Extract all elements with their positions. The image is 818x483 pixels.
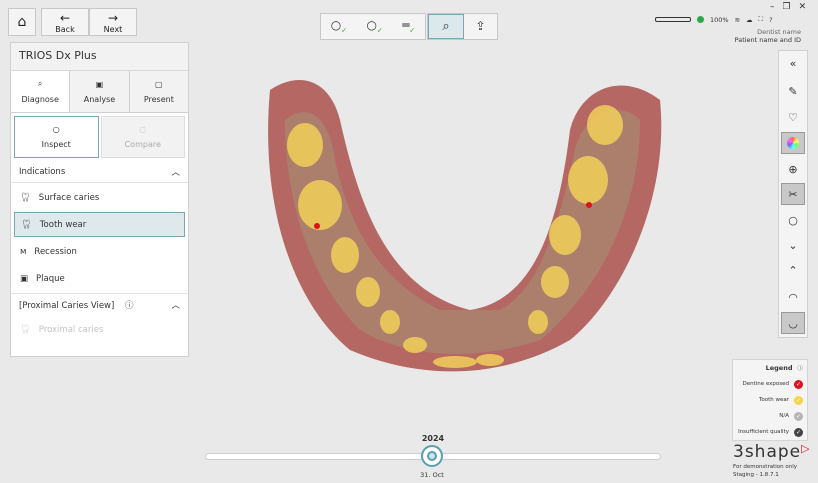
info-icon[interactable]: ⓘ — [125, 301, 134, 311]
window-controls: – ❐ ✕ — [770, 2, 806, 12]
back-button[interactable]: ← Back — [41, 8, 89, 36]
upper-jaw-icon[interactable]: ⌃ — [781, 259, 805, 281]
workflow-toolbar: ○✓ ○✓ ═✓ — [320, 13, 426, 40]
demo-note: For demonstration only — [733, 464, 797, 470]
legend-label: Dentine exposed — [742, 381, 789, 387]
search-icon[interactable]: ⌕ — [428, 14, 464, 39]
version-label: Staging - 1.8.7.1 — [733, 472, 779, 478]
dentist-name: Dentist name — [757, 28, 801, 36]
restore-icon[interactable]: ❐ — [783, 2, 791, 12]
recession-icon: ᴍ — [20, 246, 27, 257]
tab-label: Present — [143, 94, 174, 104]
chevron-up-icon[interactable]: ︿ — [171, 299, 180, 311]
color-icon[interactable] — [781, 132, 805, 154]
proximal-header[interactable]: [Proximal Caries View] ⓘ ︿ — [11, 293, 188, 315]
side-panel: TRIOS Dx Plus ⌕ Diagnose ▣ Analyse ▢ Presen… — [10, 42, 189, 357]
back-label: Back — [55, 24, 75, 34]
info-icon[interactable]: ⓘ — [797, 364, 803, 372]
collapse-icon[interactable]: « — [781, 52, 805, 74]
tab-analyse[interactable]: ▣ Analyse — [69, 71, 129, 112]
item-proximal-caries[interactable]: 🦷︎ Proximal caries — [14, 317, 185, 342]
check-icon: ✓ — [794, 379, 803, 389]
legend-title: Legend — [765, 364, 793, 372]
dentine-exposed-marker — [586, 202, 592, 208]
item-label: Tooth wear — [39, 219, 87, 230]
timeline-year: 2024 — [421, 434, 445, 443]
analyse-icon: ▣ — [95, 79, 104, 89]
tooth-view-icon[interactable]: ♡ — [781, 106, 805, 128]
item-label: Plaque — [36, 273, 65, 284]
tooth-icon: 🦷︎ — [20, 324, 31, 335]
step-prep-icon[interactable]: ○✓ — [366, 18, 382, 34]
tooth-icon: 🦷︎ — [21, 219, 32, 230]
check-icon: ✓ — [794, 411, 803, 421]
legend: Legend ⓘ Dentine exposed ✓ Tooth wear ✓ N/A… — [732, 359, 808, 441]
item-tooth-wear[interactable]: 🦷︎ Tooth wear — [14, 212, 185, 237]
lower-jaw-icon[interactable]: ⌄ — [781, 234, 805, 256]
home-button[interactable]: ⌂ — [8, 8, 36, 36]
cloud-icon[interactable]: ☁ — [746, 16, 753, 24]
mode-label: Compare — [124, 140, 161, 149]
back-arrow-icon: ← — [59, 10, 71, 25]
indications-header[interactable]: Indications ︿ — [11, 161, 188, 183]
compare-button[interactable]: ◌ Compare — [100, 116, 185, 158]
legend-label: N/A — [779, 413, 789, 419]
step-scan-icon[interactable]: ○✓ — [331, 18, 347, 34]
diagnose-icon: ⌕ — [37, 79, 43, 88]
present-icon: ▢ — [155, 79, 163, 89]
logo-text: 3shape — [733, 442, 802, 462]
minimize-icon[interactable]: – — [770, 2, 775, 12]
tab-label: Diagnose — [21, 95, 59, 104]
tab-label: Analyse — [83, 94, 116, 104]
inspect-button[interactable]: ○ Inspect — [14, 116, 99, 158]
scanner-icon — [655, 17, 691, 22]
annotate-icon[interactable]: ✎ — [781, 80, 805, 102]
mode-label: Inspect — [41, 140, 71, 149]
step-align-icon[interactable]: ═✓ — [402, 18, 415, 34]
section-label: [Proximal Caries View] — [19, 300, 115, 311]
item-label: Surface caries — [38, 192, 100, 203]
status-dot — [697, 16, 704, 23]
item-surface-caries[interactable]: 🦷︎ Surface caries — [14, 185, 185, 210]
plaque-icon: ▣ — [20, 273, 29, 284]
compare-icon: ◌ — [139, 125, 147, 134]
item-plaque[interactable]: ▣ Plaque — [14, 266, 185, 291]
close-icon[interactable]: ✕ — [799, 2, 807, 12]
item-recession[interactable]: ᴍ Recession — [14, 239, 185, 264]
wifi-icon[interactable]: ≋ — [735, 16, 740, 24]
dentine-exposed-marker — [314, 223, 320, 229]
status-bar: 100% ≋ ☁ ⛶ ? — [655, 15, 773, 24]
inspect-icon: ○ — [52, 125, 60, 134]
patient-name: Patient name and ID — [734, 36, 801, 44]
fullscreen-icon[interactable]: ⛶ — [759, 15, 764, 24]
chevron-up-icon[interactable]: ︿ — [171, 166, 180, 178]
timeline-handle[interactable] — [421, 445, 443, 467]
check-icon: ✓ — [794, 427, 803, 437]
item-label: Proximal caries — [38, 324, 104, 335]
measure-icon[interactable]: ⊕ — [781, 158, 805, 180]
export-icon[interactable]: ⇪ — [464, 14, 497, 39]
next-button[interactable]: → Next — [89, 8, 137, 36]
section-label: Indications — [19, 166, 66, 177]
legend-label: Insufficient quality — [738, 429, 789, 435]
jaw-scan-3d[interactable] — [240, 60, 670, 380]
full-jaw-icon[interactable]: ○ — [781, 209, 805, 231]
occlusal-upper-icon[interactable]: ◠ — [781, 286, 805, 308]
legend-label: Tooth wear — [758, 397, 789, 403]
inspect-toolbar: ⌕ ⇪ — [427, 13, 498, 40]
tooth-icon: 🦷︎ — [20, 192, 31, 203]
timeline-date: 31. Oct — [420, 471, 444, 479]
brand-logo: 3shape▷ — [733, 442, 811, 462]
panel-title: TRIOS Dx Plus — [11, 43, 188, 71]
tab-present[interactable]: ▢ Present — [128, 71, 188, 112]
tab-diagnose[interactable]: ⌕ Diagnose — [11, 71, 70, 112]
occlusal-lower-icon[interactable]: ◡ — [781, 312, 805, 334]
battery-level: 100% — [710, 15, 729, 24]
item-label: Recession — [34, 246, 77, 257]
help-icon[interactable]: ? — [769, 16, 772, 24]
check-icon: ✓ — [794, 395, 803, 405]
cut-icon[interactable]: ✂ — [781, 183, 805, 205]
next-label: Next — [103, 24, 123, 34]
next-arrow-icon: → — [107, 10, 119, 25]
